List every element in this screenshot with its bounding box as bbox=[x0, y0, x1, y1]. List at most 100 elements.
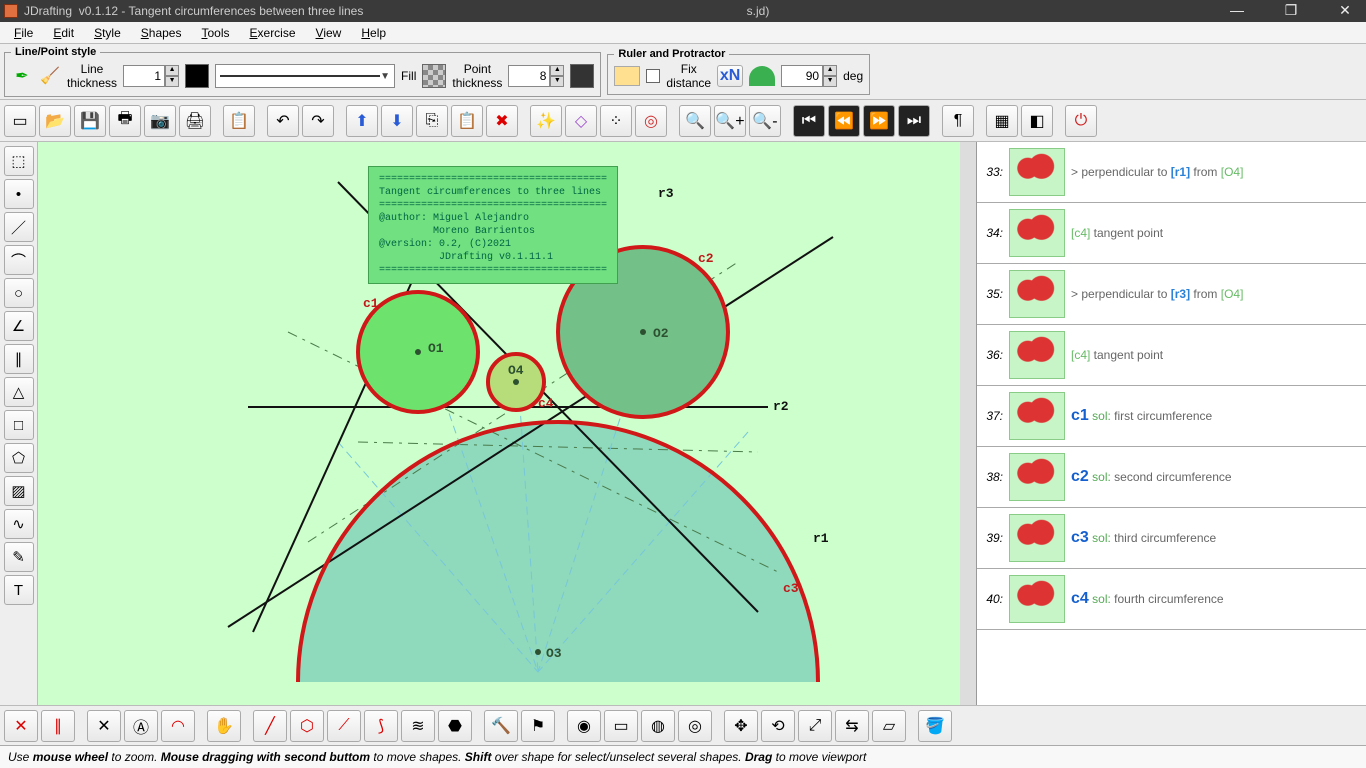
polygon-icon[interactable]: ⬠ bbox=[4, 443, 34, 473]
intersect-icon[interactable]: ✕ bbox=[4, 710, 38, 742]
move-icon[interactable]: ✥ bbox=[724, 710, 758, 742]
step-33[interactable]: 33:> perpendicular to [r1] from [O4] bbox=[977, 142, 1366, 203]
delete-icon[interactable]: ✖ bbox=[486, 105, 518, 137]
first-icon[interactable]: ⏮ bbox=[793, 105, 825, 137]
hammer-icon[interactable]: 🔨 bbox=[484, 710, 518, 742]
spline-icon[interactable]: ∿ bbox=[4, 509, 34, 539]
circle-icon[interactable]: ○ bbox=[4, 278, 34, 308]
text-icon[interactable]: T bbox=[4, 575, 34, 605]
dots-icon[interactable]: ⁘ bbox=[600, 105, 632, 137]
minimize-button[interactable]: — bbox=[1220, 2, 1254, 20]
arc-icon[interactable]: ⌒ bbox=[4, 245, 34, 275]
point-icon[interactable]: • bbox=[4, 179, 34, 209]
menu-tools[interactable]: Tools bbox=[191, 24, 239, 42]
scale-icon[interactable]: ⤢ bbox=[798, 710, 832, 742]
skew-icon[interactable]: ▱ bbox=[872, 710, 906, 742]
step-36[interactable]: 36:[c4] tangent point bbox=[977, 325, 1366, 386]
zoom-out-icon[interactable]: 🔍- bbox=[749, 105, 781, 137]
wave-icon[interactable]: ≋ bbox=[401, 710, 435, 742]
point-color-swatch[interactable] bbox=[570, 64, 594, 88]
paste-icon[interactable]: 📋 bbox=[223, 105, 255, 137]
compass-icon[interactable]: Ⓐ bbox=[124, 710, 158, 742]
circles2-icon[interactable]: ◎ bbox=[678, 710, 712, 742]
print-icon[interactable]: 🖶 bbox=[109, 105, 141, 137]
maximize-button[interactable]: ❐ bbox=[1274, 2, 1308, 20]
spin-down-icon[interactable]: ▼ bbox=[165, 76, 179, 87]
line-thickness-input[interactable] bbox=[123, 65, 165, 87]
menu-help[interactable]: Help bbox=[351, 24, 396, 42]
hex-icon[interactable]: ⬡ bbox=[290, 710, 324, 742]
clipboard-icon[interactable]: 📋 bbox=[451, 105, 483, 137]
last-icon[interactable]: ⏭ bbox=[898, 105, 930, 137]
target-icon[interactable]: ◎ bbox=[635, 105, 667, 137]
flag-icon[interactable]: ⚑ bbox=[521, 710, 555, 742]
new-icon[interactable]: ▭ bbox=[4, 105, 36, 137]
rotate-icon[interactable]: ⟲ bbox=[761, 710, 795, 742]
circles-icon[interactable]: ◍ bbox=[641, 710, 675, 742]
arc3-icon[interactable]: ⟆ bbox=[364, 710, 398, 742]
parallel-icon[interactable]: ∥ bbox=[4, 344, 34, 374]
step-38[interactable]: 38:c2 sol: second circumference bbox=[977, 447, 1366, 508]
close-button[interactable]: ✕ bbox=[1328, 2, 1362, 20]
point-thickness-spinner[interactable]: ▲▼ bbox=[508, 65, 564, 87]
rect-icon[interactable]: ▭ bbox=[604, 710, 638, 742]
hand-icon[interactable]: ✋ bbox=[207, 710, 241, 742]
parallel2-icon[interactable]: ∥ bbox=[41, 710, 75, 742]
arc2-icon[interactable]: ◠ bbox=[161, 710, 195, 742]
menu-style[interactable]: Style bbox=[84, 24, 131, 42]
line-thickness-spinner[interactable]: ▲▼ bbox=[123, 65, 179, 87]
menu-edit[interactable]: Edit bbox=[43, 24, 84, 42]
step-35[interactable]: 35:> perpendicular to [r3] from [O4] bbox=[977, 264, 1366, 325]
brush-icon[interactable]: ✒ bbox=[11, 60, 33, 92]
ruler-icon[interactable] bbox=[614, 66, 640, 86]
wand-icon[interactable]: ✨ bbox=[530, 105, 562, 137]
angle-icon[interactable]: ∠ bbox=[4, 311, 34, 341]
bisector-icon[interactable]: ✕ bbox=[87, 710, 121, 742]
pencil-icon[interactable]: ✎ bbox=[4, 542, 34, 572]
step-37[interactable]: 37:c1 sol: first circumference bbox=[977, 386, 1366, 447]
power-icon[interactable]: ⏻ bbox=[1065, 105, 1097, 137]
seg-icon[interactable]: ╱ bbox=[253, 710, 287, 742]
square-icon[interactable]: □ bbox=[4, 410, 34, 440]
redo-icon[interactable]: ↷ bbox=[302, 105, 334, 137]
spin-up-icon[interactable]: ▲ bbox=[165, 65, 179, 76]
prev-icon[interactable]: ⏪ bbox=[828, 105, 860, 137]
zoom-in-icon[interactable]: 🔍+ bbox=[714, 105, 746, 137]
angle-spinner[interactable]: ▲▼ bbox=[781, 65, 837, 87]
menu-view[interactable]: View bbox=[306, 24, 352, 42]
bucket-icon[interactable]: 🪣 bbox=[918, 710, 952, 742]
triangle-icon[interactable]: △ bbox=[4, 377, 34, 407]
diamond-icon[interactable]: ◇ bbox=[565, 105, 597, 137]
select-all-icon[interactable]: ▦ bbox=[986, 105, 1018, 137]
seg2-icon[interactable]: ⟋ bbox=[327, 710, 361, 742]
xn-button[interactable]: xN bbox=[717, 65, 743, 87]
next-icon[interactable]: ⏩ bbox=[863, 105, 895, 137]
mirror-icon[interactable]: ⇆ bbox=[835, 710, 869, 742]
broom-icon[interactable]: 🧹 bbox=[39, 60, 61, 92]
line-icon[interactable]: ／ bbox=[4, 212, 34, 242]
up-icon[interactable]: ⬆ bbox=[346, 105, 378, 137]
hatch-icon[interactable]: ▨ bbox=[4, 476, 34, 506]
line-style-dropdown[interactable]: ▼ bbox=[215, 64, 395, 88]
menu-exercise[interactable]: Exercise bbox=[240, 24, 306, 42]
selection-icon[interactable]: ⬚ bbox=[4, 146, 34, 176]
menu-file[interactable]: File bbox=[4, 24, 43, 42]
fill-swatch[interactable] bbox=[422, 64, 446, 88]
step-40[interactable]: 40:c4 sol: fourth circumference bbox=[977, 569, 1366, 630]
printer2-icon[interactable]: 🖨 bbox=[179, 105, 211, 137]
overlap-icon[interactable]: ◉ bbox=[567, 710, 601, 742]
zoom-fit-icon[interactable]: 🔍 bbox=[679, 105, 711, 137]
canvas-scrollbar[interactable] bbox=[960, 142, 976, 705]
invert-icon[interactable]: ◧ bbox=[1021, 105, 1053, 137]
drawing-canvas[interactable]: O1 O2 O3 O4 c1 c2 c3 c4 r1 r2 r3 =======… bbox=[38, 142, 976, 705]
save-icon[interactable]: 💾 bbox=[74, 105, 106, 137]
open-icon[interactable]: 📂 bbox=[39, 105, 71, 137]
copy-icon[interactable]: ⎘ bbox=[416, 105, 448, 137]
menu-shapes[interactable]: Shapes bbox=[131, 24, 192, 42]
undo-icon[interactable]: ↶ bbox=[267, 105, 299, 137]
protractor-icon[interactable] bbox=[749, 66, 775, 86]
step-39[interactable]: 39:c3 sol: third circumference bbox=[977, 508, 1366, 569]
steps-panel[interactable]: 33:> perpendicular to [r1] from [O4]34:[… bbox=[976, 142, 1366, 705]
hex2-icon[interactable]: ⬣ bbox=[438, 710, 472, 742]
step-34[interactable]: 34:[c4] tangent point bbox=[977, 203, 1366, 264]
